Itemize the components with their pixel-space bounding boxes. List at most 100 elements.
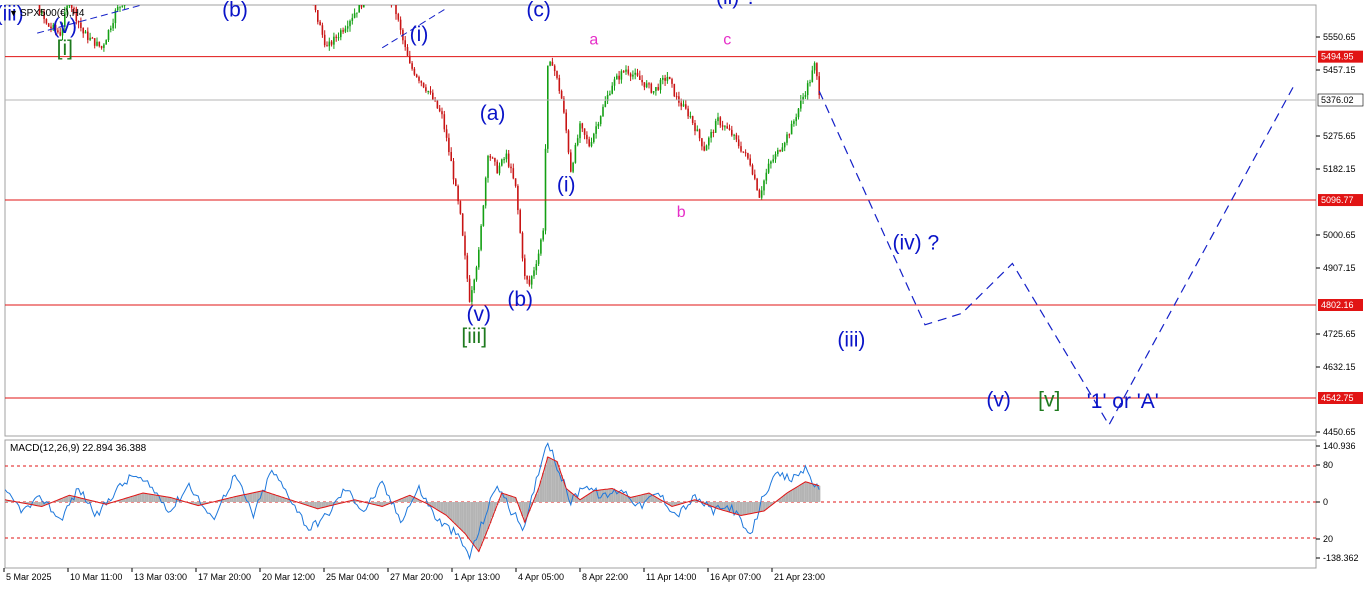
candle-body [460,201,462,214]
candle-body [646,83,648,87]
candle-body [333,37,335,45]
candle-body [625,70,627,72]
candle-body [427,91,429,92]
price-tick-label: 5000.65 [1323,230,1356,240]
candle-body [421,81,423,83]
candle-body [319,22,321,25]
candle-body [515,178,517,186]
candle-body [812,70,814,82]
time-tick-label: 8 Apr 22:00 [582,572,628,582]
current-price-label: 5376.02 [1321,95,1354,105]
candle-body [542,231,544,240]
candle-body [600,116,602,124]
price-axis: 5550.655457.155275.655182.155000.654907.… [1316,32,1363,437]
wave-label: (ii) ? [716,0,757,9]
level-price-label: 4542.75 [1321,393,1354,403]
macd-axis: 140.93680020-138.362 [1316,441,1359,563]
candle-body [450,152,452,161]
candle-body [556,71,558,78]
time-tick-label: 27 Mar 20:00 [390,572,443,582]
candle-body [644,82,646,87]
candle-body [108,30,110,40]
candle-body [667,77,669,81]
wave-label: (i) [557,174,576,197]
candle-body [706,145,708,150]
candle-body [671,79,673,84]
candle-body [50,27,52,29]
candle-body [335,37,337,38]
candle-body [708,138,710,146]
macd-panel: 140.93680020-138.362 MACD(12,26,9) 22.89… [5,440,1359,568]
candle-body [552,62,554,66]
candle-body [662,78,664,80]
candle-body [471,290,473,302]
candle-body [632,75,634,77]
candle-body [80,23,82,28]
candle-body [563,99,565,113]
candle-body [623,71,625,72]
candle-body [391,0,393,2]
candle-body [726,126,728,128]
candle-body [425,87,427,91]
wave-label: [i] [57,37,73,60]
candle-body [565,113,567,131]
time-axis: 5 Mar 202510 Mar 11:0013 Mar 03:0017 Mar… [4,568,825,582]
candle-body [487,156,489,178]
candle-body [651,84,653,93]
time-tick-label: 16 Apr 07:00 [710,572,761,582]
chart-menu-arrow-icon[interactable]: ▼ [9,8,18,18]
candle-body [117,7,119,10]
candle-body [800,100,802,109]
price-tick-label: 4450.65 [1323,427,1356,437]
candle-body [591,142,593,146]
candle-body [519,210,521,233]
candle-body [766,173,768,181]
candle-body [648,83,650,84]
candle-body [441,111,443,114]
candle-body [506,154,508,159]
candle-body [795,117,797,121]
price-tick-label: 5275.65 [1323,131,1356,141]
candle-body [522,233,524,258]
candle-body [731,130,733,135]
time-tick-label: 20 Mar 12:00 [262,572,315,582]
candle-body [112,23,114,28]
chart-window: (iii)(iv)(v)[i](b)(i)(a)(v)[iii](b)[iv](… [0,0,1366,588]
time-tick-label: 10 Mar 11:00 [70,572,122,582]
candle-body [699,129,701,138]
candle-body [605,101,607,107]
candle-body [756,179,758,191]
candle-body [499,166,501,174]
candle-body [105,40,107,45]
candle-body [92,38,94,39]
candle-body [779,150,781,151]
candle-body [469,279,471,302]
macd-tick-label: -138.362 [1323,553,1359,563]
candle-body [82,28,84,33]
candle-body [453,161,455,179]
candle-body [503,159,505,160]
candle-body [526,276,528,280]
candle-body [628,70,630,74]
wave-label: c [723,31,731,48]
candle-body [616,76,618,80]
candle-body [598,124,600,126]
candle-body [710,132,712,138]
candle-body [324,35,326,45]
candle-body [338,37,340,38]
candle-body [770,162,772,164]
candle-body [660,80,662,90]
candle-body [733,135,735,136]
candle-body [312,0,314,3]
candle-body [99,42,101,46]
candle-body [621,71,623,79]
candle-body [356,13,358,14]
candle-body [791,124,793,134]
wave-label: (c) [526,0,551,22]
time-tick-label: 5 Mar 2025 [6,572,52,582]
candle-body [345,29,347,32]
price-tick-label: 5550.65 [1323,32,1356,42]
candle-body [609,94,611,95]
candle-body [657,87,659,90]
candle-body [752,165,754,174]
